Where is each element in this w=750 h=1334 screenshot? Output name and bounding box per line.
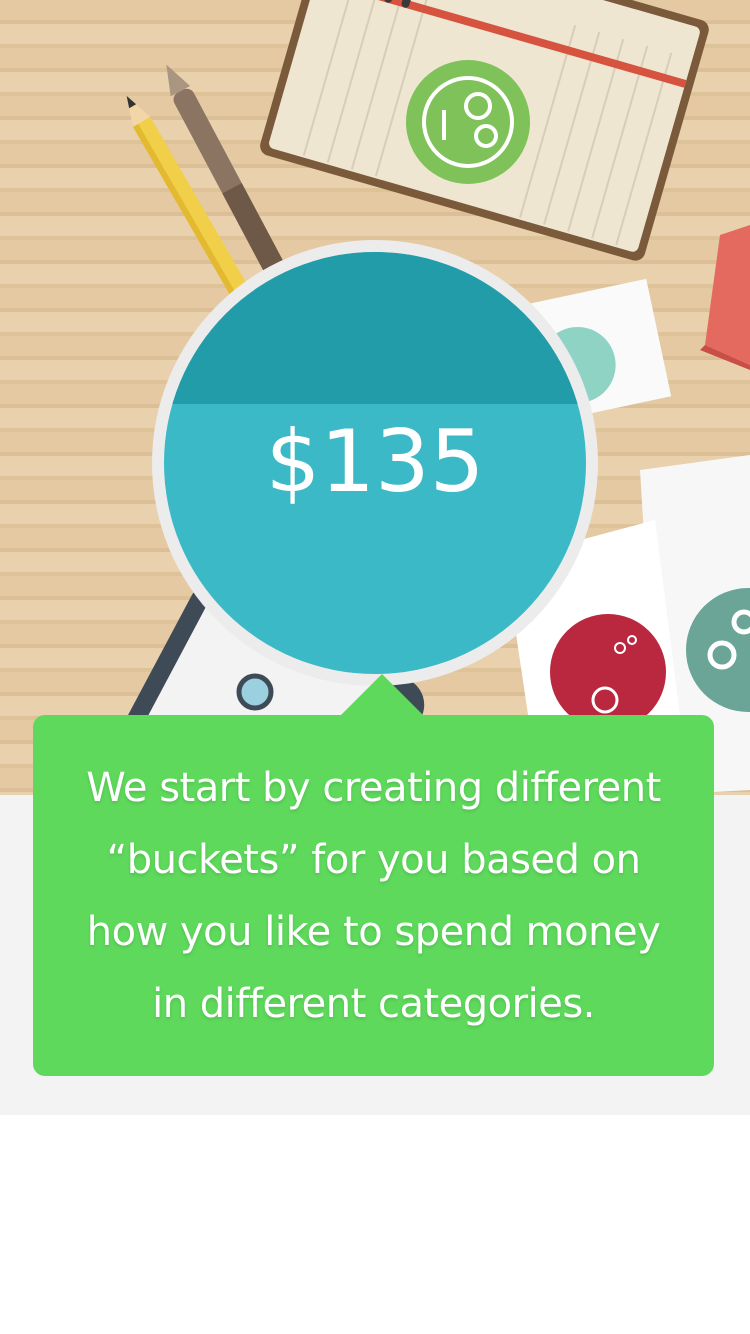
bucket-amount: $135 [265,412,485,512]
tooltip-arrow [338,674,426,718]
panda-sticker [406,60,530,184]
onboarding-screen: $135 We start by creating different “buc… [0,0,750,1334]
onboarding-message: We start by creating different “buckets”… [86,764,661,1027]
bucket-empty-area [164,252,586,404]
onboarding-tooltip: We start by creating different “buckets”… [33,715,714,1076]
eraser [700,225,750,370]
rupee-badge [550,614,666,730]
bucket-circle: $135 [164,252,586,674]
